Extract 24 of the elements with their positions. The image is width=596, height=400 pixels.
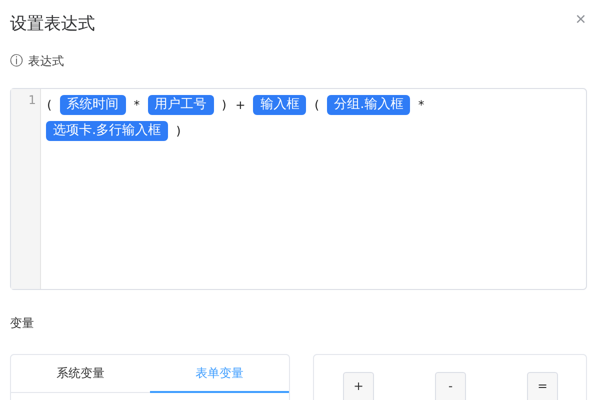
operator-button[interactable]: - xyxy=(435,372,466,400)
operator-text: ) xyxy=(175,124,182,138)
tab[interactable]: 系统变量 xyxy=(11,355,150,393)
dialog-title: 设置表达式 xyxy=(10,12,95,34)
expression-editor[interactable]: 1 ( 系统时间 * 用户工号 ) + 输入框 ( 分组.输入框 * 选项卡.多行输入框 ) xyxy=(10,88,587,290)
operator-text: ( xyxy=(313,98,320,112)
close-button[interactable]: × xyxy=(575,10,586,28)
info-icon: ⓘ xyxy=(10,52,23,70)
tab[interactable]: 表单变量 xyxy=(150,355,289,393)
operator-button[interactable]: + xyxy=(343,372,374,400)
variable-tag[interactable]: 系统时间 xyxy=(60,95,126,115)
variables-label: 变量 xyxy=(9,315,35,332)
line-number: 1 xyxy=(28,93,36,107)
operator-text: * xyxy=(417,98,426,112)
operator-text: ( xyxy=(46,98,53,112)
operator-text: + xyxy=(234,98,246,112)
variable-tag[interactable]: 用户工号 xyxy=(148,95,214,115)
variable-tag[interactable]: 选项卡.多行输入框 xyxy=(46,121,168,141)
expression-label: 表达式 xyxy=(28,52,64,70)
variable-tag[interactable]: 分组.输入框 xyxy=(327,95,410,115)
variable-tag[interactable]: 输入框 xyxy=(253,95,306,115)
operator-button[interactable]: = xyxy=(527,372,558,400)
operator-text: ) xyxy=(220,98,228,112)
operator-text: * xyxy=(132,98,141,112)
